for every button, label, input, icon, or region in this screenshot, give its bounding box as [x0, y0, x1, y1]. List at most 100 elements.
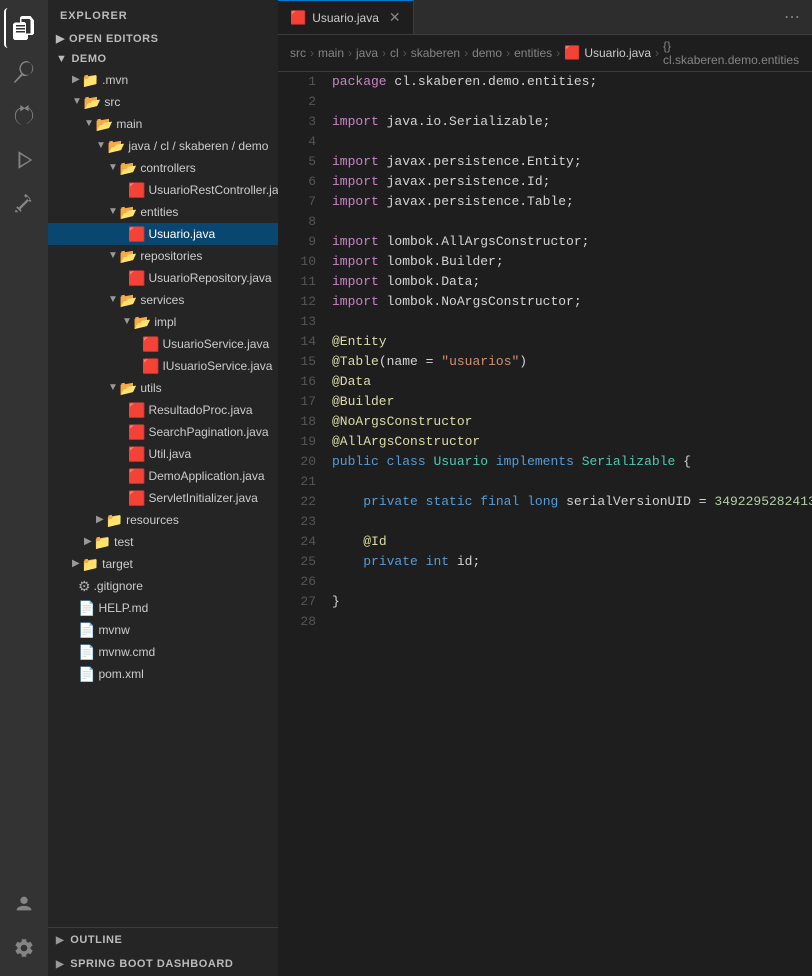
mvn-label: .mvn	[102, 70, 128, 90]
controllers-chevron: ▼	[108, 158, 118, 178]
folder-src[interactable]: ▼ 📂 src	[48, 91, 278, 113]
line-numbers: 12345 678910 1112131415 1617181920 21222…	[278, 72, 328, 976]
code-line	[332, 132, 812, 152]
code-line	[332, 92, 812, 112]
breadcrumb-usuario-java[interactable]: Usuario.java	[584, 46, 651, 60]
resultado-file-icon: 🟥	[128, 400, 145, 420]
utils-chevron: ▼	[108, 378, 118, 398]
demo-label: DEMO	[71, 53, 106, 65]
mvnwcmd-label: mvnw.cmd	[98, 642, 155, 662]
folder-controllers[interactable]: ▼ 📂 controllers	[48, 157, 278, 179]
breadcrumb-demo[interactable]: demo	[472, 46, 502, 60]
spring-dashboard-section[interactable]: ▶ SPRING BOOT DASHBOARD	[48, 952, 278, 976]
src-label: src	[104, 92, 120, 112]
sep2: ›	[348, 46, 352, 60]
folder-java[interactable]: ▼ 📂 java / cl / skaberen / demo	[48, 135, 278, 157]
usuario-file-icon: 🟥	[128, 224, 145, 244]
repositories-chevron: ▼	[108, 246, 118, 266]
file-servlet-initializer[interactable]: 🟥 ServletInitializer.java	[48, 487, 278, 509]
iservice-file-icon: 🟥	[142, 356, 159, 376]
open-editors-section[interactable]: ▶ OPEN EDITORS	[48, 28, 278, 49]
src-chevron: ▼	[72, 92, 82, 112]
folder-main[interactable]: ▼ 📂 main	[48, 113, 278, 135]
controllers-label: controllers	[140, 158, 195, 178]
demo-section[interactable]: ▼ DEMO	[48, 49, 278, 69]
resources-label: resources	[126, 510, 179, 530]
extensions-icon[interactable]	[4, 184, 44, 224]
folder-repositories[interactable]: ▼ 📂 repositories	[48, 245, 278, 267]
demo-chevron: ▼	[56, 53, 67, 65]
tab-bar: 🟥 Usuario.java ✕ ⋯	[278, 0, 812, 35]
code-line	[332, 312, 812, 332]
file-util[interactable]: 🟥 Util.java	[48, 443, 278, 465]
entities-label: entities	[140, 202, 178, 222]
sep3: ›	[382, 46, 386, 60]
target-label: target	[102, 554, 133, 574]
breadcrumb-cl[interactable]: cl	[390, 46, 399, 60]
activity-bar	[0, 0, 48, 976]
folder-target[interactable]: ▶ 📁 target	[48, 553, 278, 575]
tab-close-button[interactable]: ✕	[389, 9, 401, 26]
file-gitignore[interactable]: ⚙ .gitignore	[48, 575, 278, 597]
file-usuario-service[interactable]: 🟥 UsuarioService.java	[48, 333, 278, 355]
file-search-pagination[interactable]: 🟥 SearchPagination.java	[48, 421, 278, 443]
folder-resources[interactable]: ▶ 📁 resources	[48, 509, 278, 531]
accounts-icon[interactable]	[4, 884, 44, 924]
tab-usuario-java[interactable]: 🟥 Usuario.java ✕	[278, 0, 414, 34]
resources-chevron: ▶	[96, 510, 104, 530]
folder-utils[interactable]: ▼ 📂 utils	[48, 377, 278, 399]
file-iusuario-service[interactable]: 🟥 IUsuarioService.java	[48, 355, 278, 377]
utils-label: utils	[140, 378, 161, 398]
folder-test[interactable]: ▶ 📁 test	[48, 531, 278, 553]
file-mvnw[interactable]: 📄 mvnw	[48, 619, 278, 641]
main-label: main	[116, 114, 142, 134]
services-chevron: ▼	[108, 290, 118, 310]
java-file-icon: 🟥	[128, 180, 145, 200]
file-demo-application[interactable]: 🟥 DemoApplication.java	[48, 465, 278, 487]
service-file-icon: 🟥	[142, 334, 159, 354]
file-usuario-rest-controller[interactable]: 🟥 UsuarioRestController.java	[48, 179, 278, 201]
breadcrumb-skaberen[interactable]: skaberen	[411, 46, 460, 60]
breadcrumb-src[interactable]: src	[290, 46, 306, 60]
tab-label: Usuario.java	[312, 11, 379, 25]
code-line: import lombok.Data;	[332, 272, 812, 292]
folder-impl[interactable]: ▼ 📂 impl	[48, 311, 278, 333]
explorer-icon[interactable]	[4, 8, 44, 48]
folder-mvn[interactable]: ▶ 📁 .mvn	[48, 69, 278, 91]
code-editor[interactable]: 12345 678910 1112131415 1617181920 21222…	[278, 72, 812, 976]
file-pom-xml[interactable]: 📄 pom.xml	[48, 663, 278, 685]
open-editors-label: OPEN EDITORS	[69, 33, 159, 45]
code-line: import javax.persistence.Entity;	[332, 152, 812, 172]
file-mvnw-cmd[interactable]: 📄 mvnw.cmd	[48, 641, 278, 663]
folder-entities[interactable]: ▼ 📂 entities	[48, 201, 278, 223]
open-editors-chevron: ▶	[56, 32, 65, 45]
code-line	[332, 612, 812, 632]
code-line	[332, 572, 812, 592]
file-help-md[interactable]: 📄 HELP.md	[48, 597, 278, 619]
split-editor-button[interactable]: ⋯	[780, 5, 804, 29]
sep8: ›	[655, 46, 659, 60]
spring-chevron: ▶	[56, 959, 64, 970]
source-control-icon[interactable]	[4, 96, 44, 136]
code-line: @Data	[332, 372, 812, 392]
gitignore-label: .gitignore	[94, 576, 143, 596]
folder-services[interactable]: ▼ 📂 services	[48, 289, 278, 311]
breadcrumb-class[interactable]: {} cl.skaberen.demo.entities	[663, 39, 800, 67]
breadcrumb-entities[interactable]: entities	[514, 46, 552, 60]
file-usuario-repository[interactable]: 🟥 UsuarioRepository.java	[48, 267, 278, 289]
file-resultado-proc[interactable]: 🟥 ResultadoProc.java	[48, 399, 278, 421]
test-label: test	[114, 532, 133, 552]
breadcrumb-java[interactable]: java	[356, 46, 378, 60]
search-icon[interactable]	[4, 52, 44, 92]
breadcrumb-main[interactable]: main	[318, 46, 344, 60]
run-icon[interactable]	[4, 140, 44, 180]
code-line	[332, 212, 812, 232]
entities-chevron: ▼	[108, 202, 118, 222]
file-usuario[interactable]: 🟥 Usuario.java	[48, 223, 278, 245]
code-line: @AllArgsConstructor	[332, 432, 812, 452]
outline-section[interactable]: ▶ OUTLINE	[48, 928, 278, 952]
code-line: @Entity	[332, 332, 812, 352]
code-line	[332, 512, 812, 532]
settings-icon[interactable]	[4, 928, 44, 968]
main-area: 🟥 Usuario.java ✕ ⋯ src › main › java › c…	[278, 0, 812, 976]
